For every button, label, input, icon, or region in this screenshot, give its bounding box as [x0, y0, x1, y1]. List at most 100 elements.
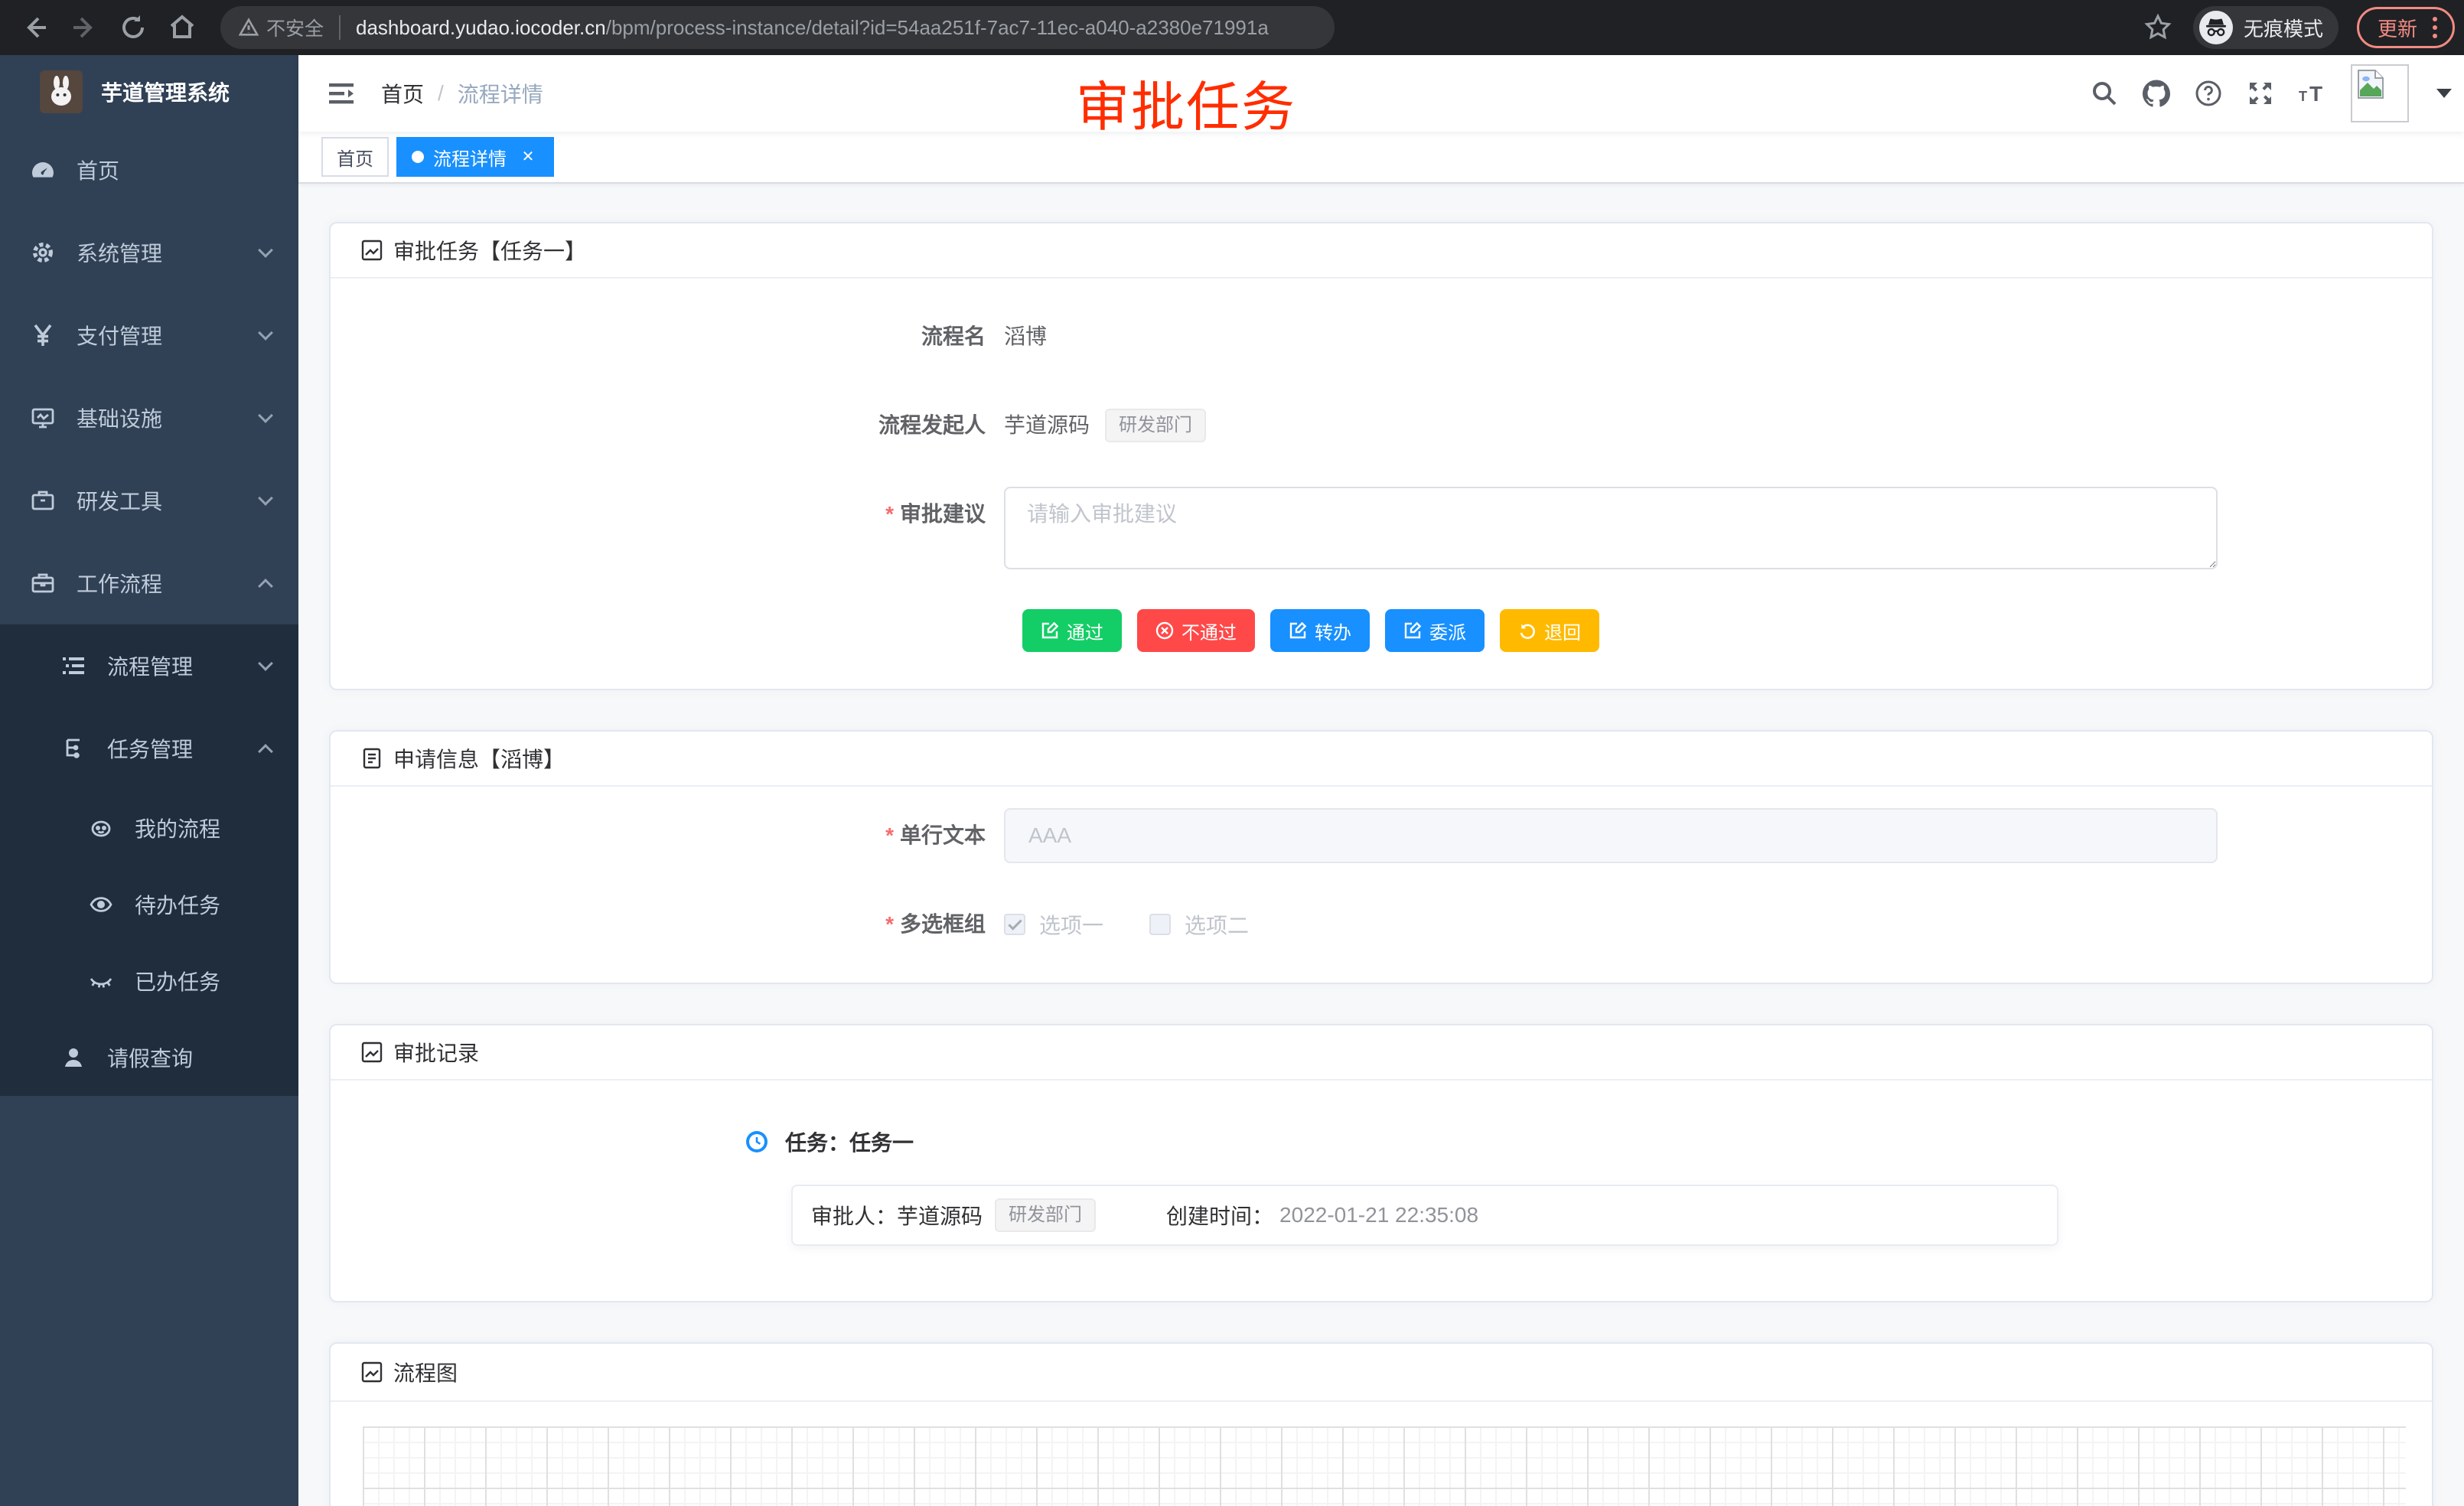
sidebar-item-label: 研发工具 — [77, 485, 260, 516]
button-label: 委派 — [1429, 618, 1466, 644]
single-line-input — [1004, 808, 2218, 863]
breadcrumb-home[interactable]: 首页 — [381, 78, 424, 109]
security-label: 不安全 — [266, 14, 324, 41]
field-label: 流程发起人 — [361, 398, 1004, 453]
sidebar-item-process-mgmt[interactable]: 流程管理 — [0, 624, 298, 707]
sidebar-submenu-workflow: 流程管理 任务管理 我的流程 待办任务 已办任务 请假 — [0, 624, 298, 1096]
sidebar-item-infra[interactable]: 基础设施 — [0, 376, 298, 459]
sidebar-item-label: 支付管理 — [77, 320, 260, 350]
security-chip[interactable]: 不安全 — [239, 14, 324, 41]
sidebar-item-home[interactable]: 首页 — [0, 129, 298, 211]
fullscreen-icon[interactable] — [2247, 80, 2274, 107]
sidebar-item-my-process[interactable]: 我的流程 — [0, 790, 298, 866]
field-label-required: 多选框组 — [361, 897, 1004, 952]
avatar-dropdown-caret[interactable] — [2436, 89, 2452, 98]
hamburger-icon[interactable] — [326, 78, 357, 109]
tab-home[interactable]: 首页 — [321, 137, 389, 177]
circle-close-icon — [1155, 621, 1174, 640]
picture-icon — [361, 1041, 383, 1063]
sidebar-item-todo-task[interactable]: 待办任务 — [0, 866, 298, 943]
warning-icon — [239, 18, 259, 37]
delegate-button[interactable]: 委派 — [1385, 609, 1485, 652]
help-icon[interactable] — [2195, 80, 2222, 107]
chevron-down-icon — [258, 491, 273, 506]
card-header: 审批任务【任务一】 — [331, 223, 2432, 279]
transfer-button[interactable]: 转办 — [1270, 609, 1370, 652]
sidebar-item-workflow[interactable]: 工作流程 — [0, 542, 298, 624]
card-title: 申请信息【滔博】 — [393, 743, 565, 774]
home-icon[interactable] — [168, 14, 196, 41]
incognito-badge: 无痕模式 — [2193, 6, 2339, 49]
monitor-icon — [31, 406, 55, 430]
chevron-down-icon — [258, 408, 273, 423]
tab-close-icon[interactable] — [517, 146, 539, 168]
field-label: 流程名 — [361, 309, 1004, 364]
reload-icon[interactable] — [119, 14, 147, 41]
avatar[interactable] — [2351, 64, 2409, 122]
checkbox-checked-icon — [1004, 914, 1025, 935]
sidebar-item-label: 我的流程 — [135, 813, 271, 843]
search-icon[interactable] — [2091, 80, 2118, 107]
sidebar-item-system[interactable]: 系统管理 — [0, 211, 298, 294]
update-label: 更新 — [2378, 14, 2417, 42]
edit-icon — [1041, 621, 1059, 640]
sidebar-item-label: 请假查询 — [107, 1042, 271, 1073]
approve-button[interactable]: 通过 — [1022, 609, 1122, 652]
sidebar-item-label: 系统管理 — [77, 237, 260, 268]
address-bar[interactable]: 不安全 dashboard.yudao.iocoder.cn/bpm/proce… — [220, 6, 1335, 49]
logo-image — [40, 70, 83, 113]
suggestion-textarea[interactable] — [1004, 487, 2218, 569]
back-icon[interactable] — [21, 14, 49, 41]
approval-buttons: 通过 不通过 转办 委派 — [1022, 603, 2401, 658]
button-label: 不通过 — [1181, 618, 1237, 644]
sidebar-item-label: 基础设施 — [77, 403, 260, 433]
checkbox-label: 选项一 — [1039, 909, 1103, 940]
active-dot-icon — [412, 151, 424, 163]
browser-menu-icon[interactable] — [2430, 14, 2440, 41]
initiator-value: 芋道源码 研发部门 — [1004, 398, 1206, 453]
chevron-down-icon — [258, 656, 273, 671]
list-icon — [61, 654, 86, 678]
checkbox-option-2: 选项二 — [1149, 909, 1249, 940]
reject-button[interactable]: 不通过 — [1137, 609, 1255, 652]
card-body: 单行文本 多选框组 选项一 选项二 — [331, 787, 2432, 983]
create-time-value: 2022-01-21 22:35:08 — [1279, 1203, 1478, 1227]
chevron-down-icon — [258, 243, 273, 258]
user-icon — [61, 1045, 86, 1070]
form-row-text: 单行文本 — [361, 808, 2401, 863]
return-button[interactable]: 退回 — [1500, 609, 1599, 652]
approver-name: 芋道源码 — [897, 1200, 983, 1231]
font-size-icon[interactable]: TT — [2299, 80, 2326, 107]
bookmark-star-icon[interactable] — [2144, 14, 2172, 41]
sidebar-item-task-mgmt[interactable]: 任务管理 — [0, 707, 298, 790]
form-row-initiator: 流程发起人 芋道源码 研发部门 — [361, 398, 2401, 453]
github-icon[interactable] — [2143, 80, 2170, 107]
document-icon — [361, 748, 383, 769]
app-logo[interactable]: 芋道管理系统 — [0, 55, 298, 129]
sidebar-item-label: 工作流程 — [77, 568, 260, 598]
incognito-label: 无痕模式 — [2244, 14, 2323, 42]
field-label-required: 单行文本 — [361, 808, 1004, 863]
forward-icon[interactable] — [70, 14, 98, 41]
update-button[interactable]: 更新 — [2357, 7, 2455, 48]
timeline-item: 任务：任务一 — [745, 1126, 2401, 1157]
tags-view: 首页 流程详情 — [298, 132, 2464, 184]
toolbox-icon — [31, 488, 55, 513]
sidebar-item-done-task[interactable]: 已办任务 — [0, 943, 298, 1019]
record-detail-card: 审批人：芋道源码 研发部门 创建时间：2022-01-21 22:35:08 — [791, 1185, 2058, 1246]
checkbox-unchecked-icon — [1149, 914, 1171, 935]
button-label: 通过 — [1067, 618, 1103, 644]
sidebar-item-devtools[interactable]: 研发工具 — [0, 459, 298, 542]
navbar: 首页 流程详情 TT — [298, 55, 2464, 132]
tab-process-detail[interactable]: 流程详情 — [396, 137, 554, 177]
yen-icon — [31, 323, 55, 347]
checkbox-option-1: 选项一 — [1004, 909, 1103, 940]
sidebar-item-pay[interactable]: 支付管理 — [0, 294, 298, 376]
sidebar-item-label: 流程管理 — [107, 650, 260, 681]
sidebar-item-leave-query[interactable]: 请假查询 — [0, 1019, 298, 1096]
gear-icon — [31, 240, 55, 265]
card-title: 流程图 — [393, 1357, 458, 1387]
eye-closed-icon — [89, 969, 113, 993]
bpmn-canvas[interactable] — [331, 1402, 2432, 1506]
card-title: 审批任务【任务一】 — [393, 235, 586, 266]
